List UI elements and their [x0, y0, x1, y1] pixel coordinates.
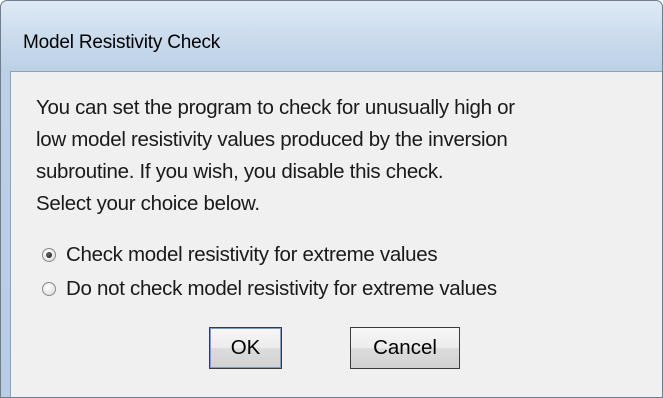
radio-option-label[interactable]: Do not check model resistivity for extre…	[66, 277, 497, 301]
message-text: You can set the program to check for unu…	[36, 92, 656, 220]
message-line: subroutine. If you wish, you disable thi…	[36, 160, 444, 183]
radio-button-unselected[interactable]	[42, 282, 56, 296]
radio-option-do-not-check[interactable]: Do not check model resistivity for extre…	[42, 275, 497, 303]
cancel-button[interactable]: Cancel	[350, 327, 460, 369]
radio-option-label[interactable]: Check model resistivity for extreme valu…	[66, 243, 438, 267]
ok-button[interactable]: OK	[209, 327, 282, 369]
radio-option-check[interactable]: Check model resistivity for extreme valu…	[42, 241, 438, 269]
title-bar[interactable]: Model Resistivity Check	[1, 1, 662, 71]
dialog-title: Model Resistivity Check	[23, 32, 221, 53]
dialog-window: Model Resistivity Check You can set the …	[0, 0, 663, 398]
radio-selected-dot	[46, 252, 52, 258]
radio-button-selected[interactable]	[42, 248, 56, 262]
message-line: Select your choice below.	[36, 192, 260, 215]
dialog-content: You can set the program to check for unu…	[10, 71, 662, 397]
message-line: You can set the program to check for unu…	[36, 96, 515, 119]
message-line: low model resistivity values produced by…	[36, 128, 508, 151]
